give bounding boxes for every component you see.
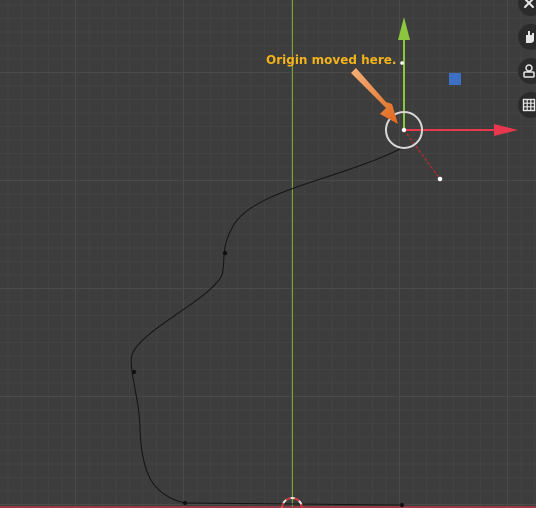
camera-view-button[interactable] bbox=[518, 58, 536, 84]
point-handle-line bbox=[403, 129, 441, 180]
viewport-scene bbox=[0, 0, 536, 508]
close-icon bbox=[524, 0, 534, 8]
3d-viewport[interactable]: Origin moved here. bbox=[0, 0, 536, 508]
toggle-grid-view-button[interactable] bbox=[518, 92, 536, 118]
curve-point[interactable] bbox=[131, 369, 137, 375]
handle-point[interactable] bbox=[437, 176, 443, 182]
bezier-curve[interactable] bbox=[130, 146, 405, 506]
close-button[interactable] bbox=[518, 0, 536, 16]
curve-point[interactable] bbox=[222, 250, 228, 256]
curve-point[interactable] bbox=[183, 501, 187, 505]
pan-view-button[interactable] bbox=[518, 24, 536, 50]
gizmo-y-arrow[interactable] bbox=[398, 17, 410, 40]
viewport-navigation-toolbar bbox=[514, 0, 536, 130]
callout-arrow bbox=[351, 68, 398, 124]
hand-icon bbox=[526, 31, 534, 43]
annotation-label: Origin moved here. bbox=[266, 53, 397, 67]
grid-icon bbox=[522, 98, 536, 112]
curve-point[interactable] bbox=[400, 503, 404, 507]
gizmo-plane-handle[interactable] bbox=[449, 73, 461, 85]
camera-icon bbox=[523, 64, 535, 78]
gizmo-y-dot bbox=[400, 61, 404, 65]
origin-point[interactable] bbox=[401, 127, 407, 133]
